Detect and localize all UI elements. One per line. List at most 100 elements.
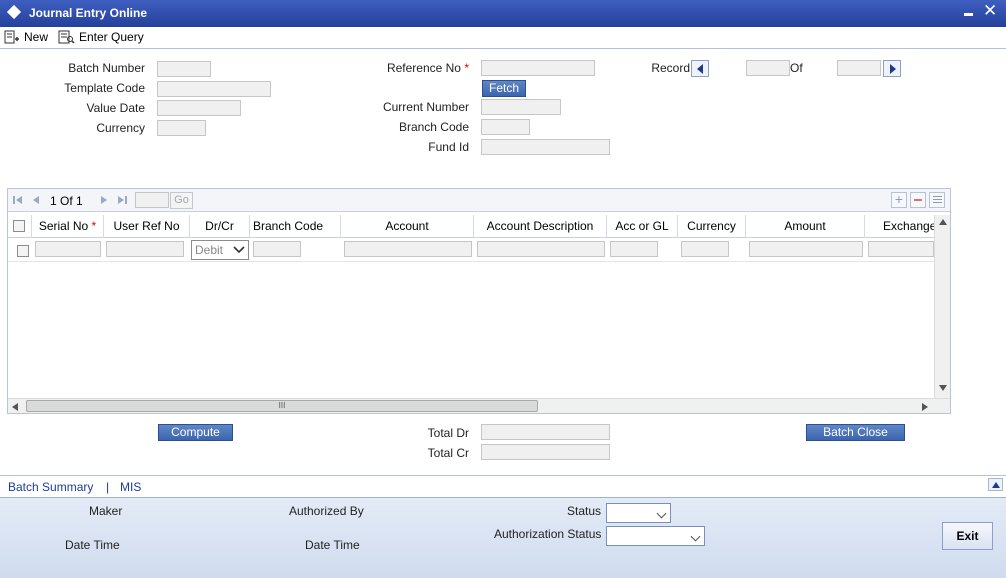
total-cr-field xyxy=(481,444,610,460)
scroll-down-icon[interactable] xyxy=(939,385,947,391)
currency-field[interactable] xyxy=(157,120,206,136)
first-page-icon[interactable] xyxy=(12,194,24,206)
batch-close-button[interactable]: Batch Close xyxy=(806,424,905,441)
new-label: New xyxy=(24,30,49,44)
branch-code-field[interactable] xyxy=(481,119,530,135)
page-number-input[interactable] xyxy=(135,192,169,208)
query-icon xyxy=(58,30,75,44)
batch-summary-link[interactable]: Batch Summary xyxy=(8,480,93,494)
close-icon[interactable]: ✕ xyxy=(983,1,997,21)
subsystem-links: Batch Summary | MIS xyxy=(0,475,1006,497)
authorization-status-select[interactable] xyxy=(606,526,705,546)
delete-row-icon[interactable] xyxy=(910,192,926,208)
title-bar: Journal Entry Online ✕ xyxy=(0,0,1006,27)
required-marker: * xyxy=(91,219,97,233)
record-total-field xyxy=(837,60,881,76)
select-all-checkbox[interactable] xyxy=(13,220,25,232)
template-code-field[interactable] xyxy=(157,81,271,97)
template-code-label: Template Code xyxy=(64,81,145,95)
scroll-right-icon[interactable] xyxy=(922,403,928,411)
status-select[interactable] xyxy=(606,503,671,523)
value-date-field[interactable] xyxy=(157,100,241,116)
grid-header: Serial No * User Ref No Dr/Cr Branch Cod… xyxy=(8,215,934,238)
checker-date-time-label: Date Time xyxy=(305,538,360,552)
user-ref-no-input[interactable] xyxy=(106,241,184,257)
currency-label: Currency xyxy=(96,121,145,135)
account-description-input[interactable] xyxy=(477,241,605,257)
fund-id-label: Fund Id xyxy=(428,140,469,154)
page-indicator: 1 Of 1 xyxy=(50,194,83,208)
total-dr-field xyxy=(481,424,610,440)
link-separator: | xyxy=(106,480,110,494)
col-serial-no[interactable]: Serial No * xyxy=(32,215,104,238)
currency-input[interactable] xyxy=(681,241,729,257)
branch-code-input[interactable] xyxy=(253,241,301,257)
fetch-button[interactable]: Fetch xyxy=(482,80,526,97)
value-date-label: Value Date xyxy=(86,101,145,115)
col-user-ref-no[interactable]: User Ref No xyxy=(104,215,190,238)
grid-horizontal-scrollbar[interactable]: III xyxy=(8,398,950,413)
minimize-icon[interactable] xyxy=(964,13,973,16)
batch-number-field[interactable] xyxy=(157,61,211,77)
col-account[interactable]: Account xyxy=(341,215,474,238)
chevron-down-icon xyxy=(233,246,245,254)
col-amount[interactable]: Amount xyxy=(746,215,865,238)
row-checkbox[interactable] xyxy=(17,245,29,257)
col-exchange-rate[interactable]: Exchange xyxy=(865,215,934,238)
exchange-rate-input[interactable] xyxy=(868,241,934,257)
select-all-cell xyxy=(8,215,32,238)
last-page-icon[interactable] xyxy=(116,194,128,206)
compute-button[interactable]: Compute xyxy=(158,424,233,441)
record-label: Record xyxy=(651,61,690,75)
previous-page-icon[interactable] xyxy=(30,194,42,206)
scroll-up-icon[interactable] xyxy=(939,219,947,225)
maker-label: Maker xyxy=(89,504,123,518)
amount-input[interactable] xyxy=(749,241,863,257)
authorized-by-label: Authorized By xyxy=(289,504,364,518)
reference-no-field[interactable] xyxy=(481,60,595,76)
serial-no-input[interactable] xyxy=(35,241,101,257)
required-marker: * xyxy=(464,61,469,75)
window-title: Journal Entry Online xyxy=(29,6,148,20)
total-cr-label: Total Cr xyxy=(427,446,469,460)
current-number-field[interactable] xyxy=(481,99,561,115)
scrollbar-thumb[interactable]: III xyxy=(26,400,538,412)
col-account-description[interactable]: Account Description xyxy=(474,215,607,238)
mis-link[interactable]: MIS xyxy=(120,480,141,494)
single-view-icon[interactable] xyxy=(929,192,945,208)
dr-cr-value: Debit xyxy=(195,243,224,257)
reference-no-label: Reference No * xyxy=(386,61,469,75)
col-dr-cr[interactable]: Dr/Cr xyxy=(190,215,250,238)
maker-date-time-label: Date Time xyxy=(65,538,120,552)
add-row-icon[interactable]: + xyxy=(891,192,907,208)
account-input[interactable] xyxy=(344,241,472,257)
toolbar: New Enter Query xyxy=(0,27,1006,49)
new-button[interactable]: New xyxy=(4,28,48,46)
batch-number-label: Batch Number xyxy=(68,61,145,75)
scroll-left-icon[interactable] xyxy=(12,403,18,411)
exit-button[interactable]: Exit xyxy=(942,522,993,550)
chevron-up-icon xyxy=(992,482,1000,488)
previous-record-button[interactable] xyxy=(691,60,709,77)
fund-id-field[interactable] xyxy=(481,139,610,155)
enter-query-label: Enter Query xyxy=(79,30,144,44)
authorization-status-label: Authorization Status xyxy=(494,527,602,541)
enter-query-button[interactable]: Enter Query xyxy=(58,28,144,46)
grid-pager: 1 Of 1 Go + xyxy=(8,189,950,212)
grid-vertical-scrollbar[interactable] xyxy=(934,215,950,398)
col-currency[interactable]: Currency xyxy=(678,215,746,238)
collapse-footer-button[interactable] xyxy=(988,478,1003,491)
total-dr-label: Total Dr xyxy=(427,426,469,440)
next-record-button[interactable] xyxy=(883,60,901,77)
dr-cr-select[interactable]: Debit xyxy=(191,240,249,260)
table-row: Debit xyxy=(8,238,934,262)
acc-or-gl-input[interactable] xyxy=(610,241,658,257)
app-diamond-icon xyxy=(6,4,22,20)
go-button[interactable]: Go xyxy=(170,192,193,209)
col-acc-or-gl[interactable]: Acc or GL xyxy=(607,215,678,238)
of-label: Of xyxy=(790,61,803,75)
col-branch-code[interactable]: Branch Code xyxy=(250,215,341,238)
new-document-icon xyxy=(4,30,19,44)
journal-grid: 1 Of 1 Go + Serial No * User Ref No Dr/C… xyxy=(7,188,951,414)
next-page-icon[interactable] xyxy=(98,194,110,206)
